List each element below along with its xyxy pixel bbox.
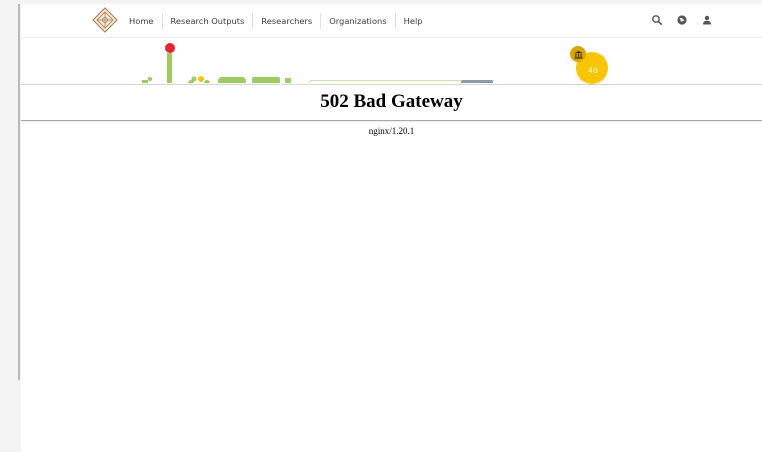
hero-banner [21, 39, 762, 83]
institution-icon [570, 46, 586, 62]
error-title: 502 Bad Gateway [320, 91, 463, 112]
nav-item-research-outputs[interactable]: Research Outputs [161, 13, 253, 29]
badge-count: 46 [587, 65, 599, 75]
search-submit-button[interactable] [461, 80, 493, 83]
nav-item-home[interactable]: Home [121, 13, 162, 29]
institution-badge[interactable]: 46 [570, 46, 610, 86]
site-logo-icon[interactable] [92, 7, 118, 33]
nav-icons [651, 14, 713, 26]
user-icon[interactable] [701, 14, 713, 26]
globe-icon[interactable] [676, 14, 688, 26]
browser-page: Home Research Outputs Researchers Organi… [21, 4, 762, 452]
nav-item-organizations[interactable]: Organizations [320, 13, 394, 29]
brand-graphic [142, 43, 291, 83]
error-overlay: 502 Bad Gateway nginx/1.20.1 [21, 84, 762, 452]
scroll-divider [18, 4, 20, 380]
nav-item-help[interactable]: Help [394, 13, 431, 29]
left-rail [0, 0, 21, 452]
main-nav: Home Research Outputs Researchers Organi… [121, 13, 431, 29]
nav-item-researchers[interactable]: Researchers [252, 13, 320, 29]
search-icon[interactable] [651, 14, 663, 26]
server-signature: nginx/1.20.1 [368, 126, 415, 136]
horizontal-rule [21, 120, 762, 122]
top-navigation-bar: Home Research Outputs Researchers Organi… [21, 4, 762, 38]
